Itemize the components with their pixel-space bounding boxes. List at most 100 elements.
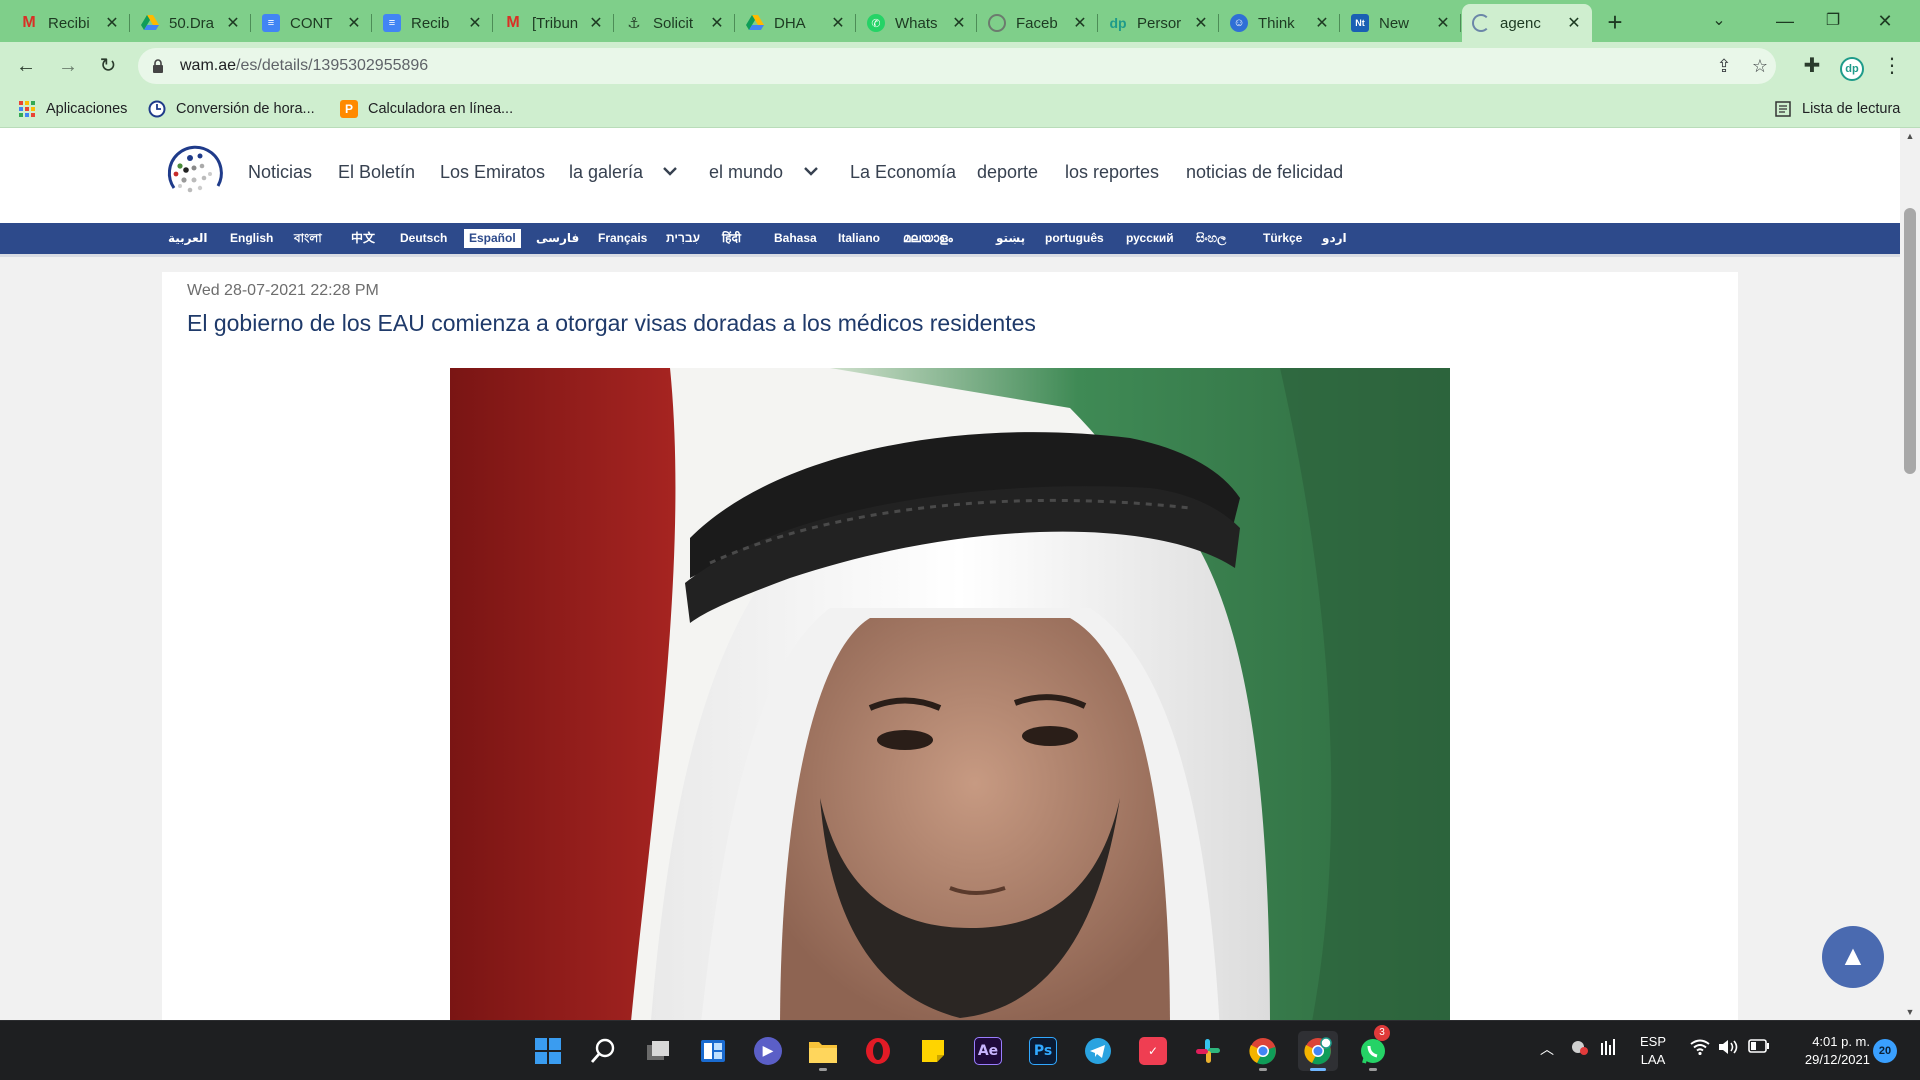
close-icon[interactable]: ✕ [1566, 13, 1582, 33]
close-icon[interactable]: ✕ [1435, 13, 1451, 33]
language-pashto[interactable]: پښتو [996, 223, 1025, 254]
close-icon[interactable]: ✕ [709, 13, 725, 33]
chrome-icon[interactable] [1243, 1031, 1283, 1071]
tab-7[interactable]: DHA ✕ [736, 4, 856, 42]
chrome-profile-icon[interactable] [1298, 1031, 1338, 1071]
tab-search-button[interactable]: ⌄ [1696, 4, 1742, 38]
profile-avatar[interactable]: dp [1836, 50, 1868, 82]
forward-button[interactable]: → [52, 50, 84, 82]
address-bar[interactable]: wam.ae/es/details/1395302955896 ⇪ ☆ [138, 48, 1776, 84]
wifi-icon[interactable] [1690, 1039, 1710, 1058]
language-russian[interactable]: русский [1126, 223, 1174, 254]
language-persian[interactable]: فارسی [536, 223, 579, 254]
tab-8[interactable]: ✆ Whats ✕ [857, 4, 977, 42]
nav-noticias-de-felicidad[interactable]: noticias de felicidad [1186, 162, 1343, 183]
language-sinhala[interactable]: සිංහල [1196, 223, 1226, 254]
scroll-thumb[interactable] [1904, 208, 1916, 474]
menu-kebab-icon[interactable]: ⋮ [1876, 50, 1908, 82]
nav-los-emiratos[interactable]: Los Emiratos [440, 162, 545, 183]
close-icon[interactable]: ✕ [951, 13, 967, 33]
language-urdu[interactable]: اردو [1322, 223, 1347, 254]
restore-button[interactable]: ❐ [1810, 4, 1856, 38]
nav-el-mundo[interactable]: el mundo [709, 162, 783, 183]
tab-2[interactable]: 50.Dra ✕ [131, 4, 251, 42]
photoshop-icon[interactable]: Ps [1023, 1031, 1063, 1071]
language-english[interactable]: English [230, 223, 273, 254]
bookmark-time-conversion[interactable]: Conversión de hora... [148, 90, 315, 128]
teams-chat-icon[interactable]: ▶ [748, 1031, 788, 1071]
nav-noticias[interactable]: Noticias [248, 162, 312, 183]
tab-12[interactable]: Nt New ✕ [1341, 4, 1461, 42]
tab-6[interactable]: ⚓ Solicit ✕ [615, 4, 735, 42]
language-bengali[interactable]: বাংলা [294, 223, 322, 254]
language-malayalam[interactable]: മലയാളം [903, 223, 953, 254]
language-italian[interactable]: Italiano [838, 223, 880, 254]
language-arabic[interactable]: العربية [168, 223, 208, 254]
back-to-top-button[interactable]: ▲ [1822, 926, 1884, 988]
lock-icon[interactable] [152, 59, 166, 73]
telegram-icon[interactable] [1078, 1031, 1118, 1071]
tab-9[interactable]: Faceb ✕ [978, 4, 1098, 42]
chevron-down-icon[interactable] [803, 164, 819, 180]
chevron-down-icon[interactable] [662, 164, 678, 180]
close-window-button[interactable]: ✕ [1862, 4, 1908, 38]
language-spanish-selected[interactable]: Español [464, 229, 521, 248]
extensions-puzzle-icon[interactable]: ✚ [1796, 50, 1828, 82]
url-text[interactable]: wam.ae/es/details/1395302955896 [180, 57, 428, 75]
article-photo[interactable] [450, 368, 1450, 1020]
input-language-indicator[interactable]: ESP LAA [1638, 1033, 1668, 1069]
language-french[interactable]: Français [598, 223, 647, 254]
tab-13-active[interactable]: agenc ✕ [1462, 4, 1592, 42]
language-portuguese[interactable]: português [1045, 223, 1104, 254]
bookmark-apps[interactable]: Aplicaciones [18, 90, 127, 128]
battery-icon[interactable] [1748, 1039, 1770, 1056]
nav-la-galeria[interactable]: la galería [569, 162, 643, 183]
tab-4[interactable]: ≡ Recib ✕ [373, 4, 493, 42]
close-icon[interactable]: ✕ [467, 13, 483, 33]
page-scrollbar[interactable]: ▲ ▼ [1900, 128, 1920, 1020]
close-icon[interactable]: ✕ [225, 13, 241, 33]
notification-center-badge[interactable]: 20 [1873, 1039, 1897, 1063]
nav-los-reportes[interactable]: los reportes [1065, 162, 1159, 183]
widgets-icon[interactable] [693, 1031, 733, 1071]
close-icon[interactable]: ✕ [1314, 13, 1330, 33]
bookmark-calculator[interactable]: P Calculadora en línea... [340, 90, 513, 128]
nav-deporte[interactable]: deporte [977, 162, 1038, 183]
task-view-icon[interactable] [638, 1031, 678, 1071]
meet-muted-icon[interactable] [1570, 1039, 1590, 1060]
close-icon[interactable]: ✕ [1072, 13, 1088, 33]
sound-bars-icon[interactable] [1600, 1039, 1618, 1058]
language-german[interactable]: Deutsch [400, 223, 447, 254]
nav-la-economia[interactable]: La Economía [850, 162, 956, 183]
language-hebrew[interactable]: עִברִית [666, 223, 700, 254]
close-icon[interactable]: ✕ [104, 13, 120, 33]
scroll-up-arrow-icon[interactable]: ▲ [1900, 128, 1920, 144]
show-hidden-icons-chevron-icon[interactable]: ︿ [1540, 1039, 1554, 1059]
calendar-app-icon[interactable]: ✓ [1133, 1031, 1173, 1071]
language-bahasa[interactable]: Bahasa [774, 223, 817, 254]
reading-list-button[interactable]: Lista de lectura [1774, 90, 1900, 128]
bookmark-star-icon[interactable]: ☆ [1748, 57, 1772, 75]
share-icon[interactable]: ⇪ [1712, 57, 1736, 75]
after-effects-icon[interactable]: Ae [968, 1031, 1008, 1071]
language-chinese[interactable]: 中文 [351, 223, 375, 254]
close-icon[interactable]: ✕ [346, 13, 362, 33]
sticky-notes-icon[interactable] [913, 1031, 953, 1071]
tab-5[interactable]: M [Tribun ✕ [494, 4, 614, 42]
nav-el-boletin[interactable]: El Boletín [338, 162, 415, 183]
file-explorer-icon[interactable] [803, 1031, 843, 1071]
slack-icon[interactable] [1188, 1031, 1228, 1071]
opera-icon[interactable] [858, 1031, 898, 1071]
close-icon[interactable]: ✕ [1193, 13, 1209, 33]
language-turkish[interactable]: Türkçe [1263, 223, 1302, 254]
search-icon[interactable] [583, 1031, 623, 1071]
back-button[interactable]: ← [10, 50, 42, 82]
system-clock[interactable]: 4:01 p. m. 29/12/2021 [1780, 1033, 1870, 1069]
windows-start-icon[interactable] [528, 1031, 568, 1071]
close-icon[interactable]: ✕ [588, 13, 604, 33]
reload-button[interactable]: ↻ [92, 50, 124, 82]
tab-1[interactable]: M Recibi ✕ [10, 4, 130, 42]
wam-logo[interactable] [162, 140, 226, 204]
scroll-down-arrow-icon[interactable]: ▼ [1900, 1004, 1920, 1020]
tab-3[interactable]: ≡ CONT ✕ [252, 4, 372, 42]
